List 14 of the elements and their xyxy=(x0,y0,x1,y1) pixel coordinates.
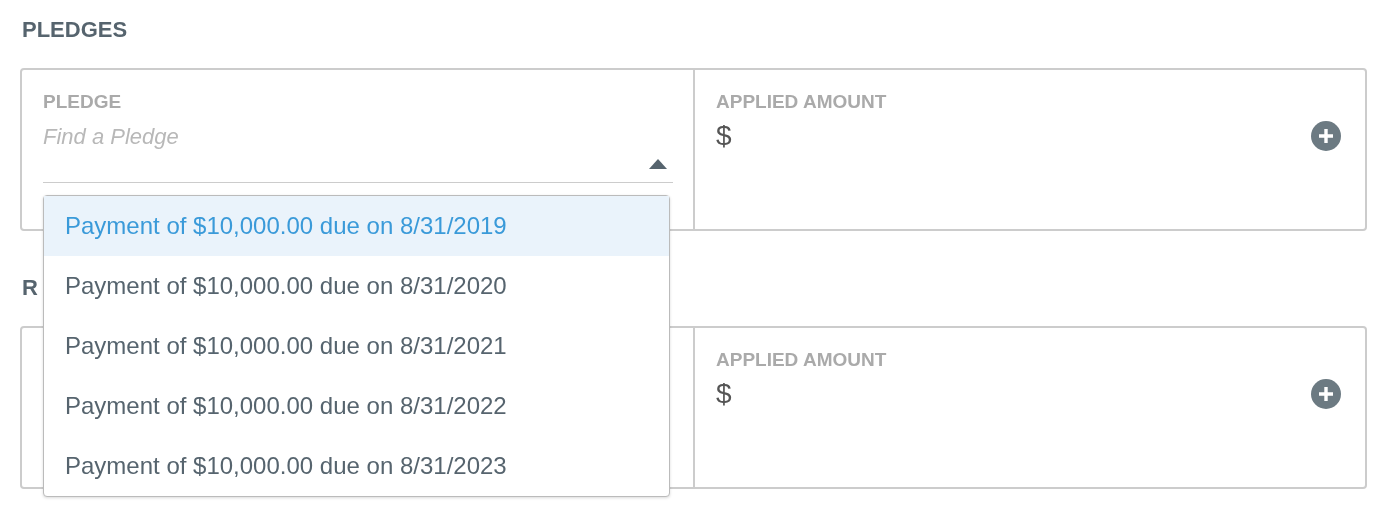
dropdown-option[interactable]: Payment of $10,000.00 due on 8/31/2021 xyxy=(44,316,669,376)
add-icon[interactable] xyxy=(1311,379,1341,409)
amount-field[interactable]: $ xyxy=(716,378,732,410)
section-heading: PLEDGES xyxy=(22,16,128,44)
add-icon[interactable] xyxy=(1311,121,1341,151)
field-label: APPLIED AMOUNT xyxy=(716,90,888,114)
section-heading: R xyxy=(22,274,38,302)
amount-field[interactable]: $ xyxy=(716,120,732,152)
field-label: APPLIED AMOUNT xyxy=(716,348,888,372)
dropdown-option[interactable]: Payment of $10,000.00 due on 8/31/2022 xyxy=(44,376,669,436)
dropdown-option[interactable]: Payment of $10,000.00 due on 8/31/2020 xyxy=(44,256,669,316)
caret-icon[interactable] xyxy=(649,159,667,169)
dropdown-option[interactable]: Payment of $10,000.00 due on 8/31/2023 xyxy=(44,436,669,496)
field-label: PLEDGE xyxy=(43,90,123,114)
